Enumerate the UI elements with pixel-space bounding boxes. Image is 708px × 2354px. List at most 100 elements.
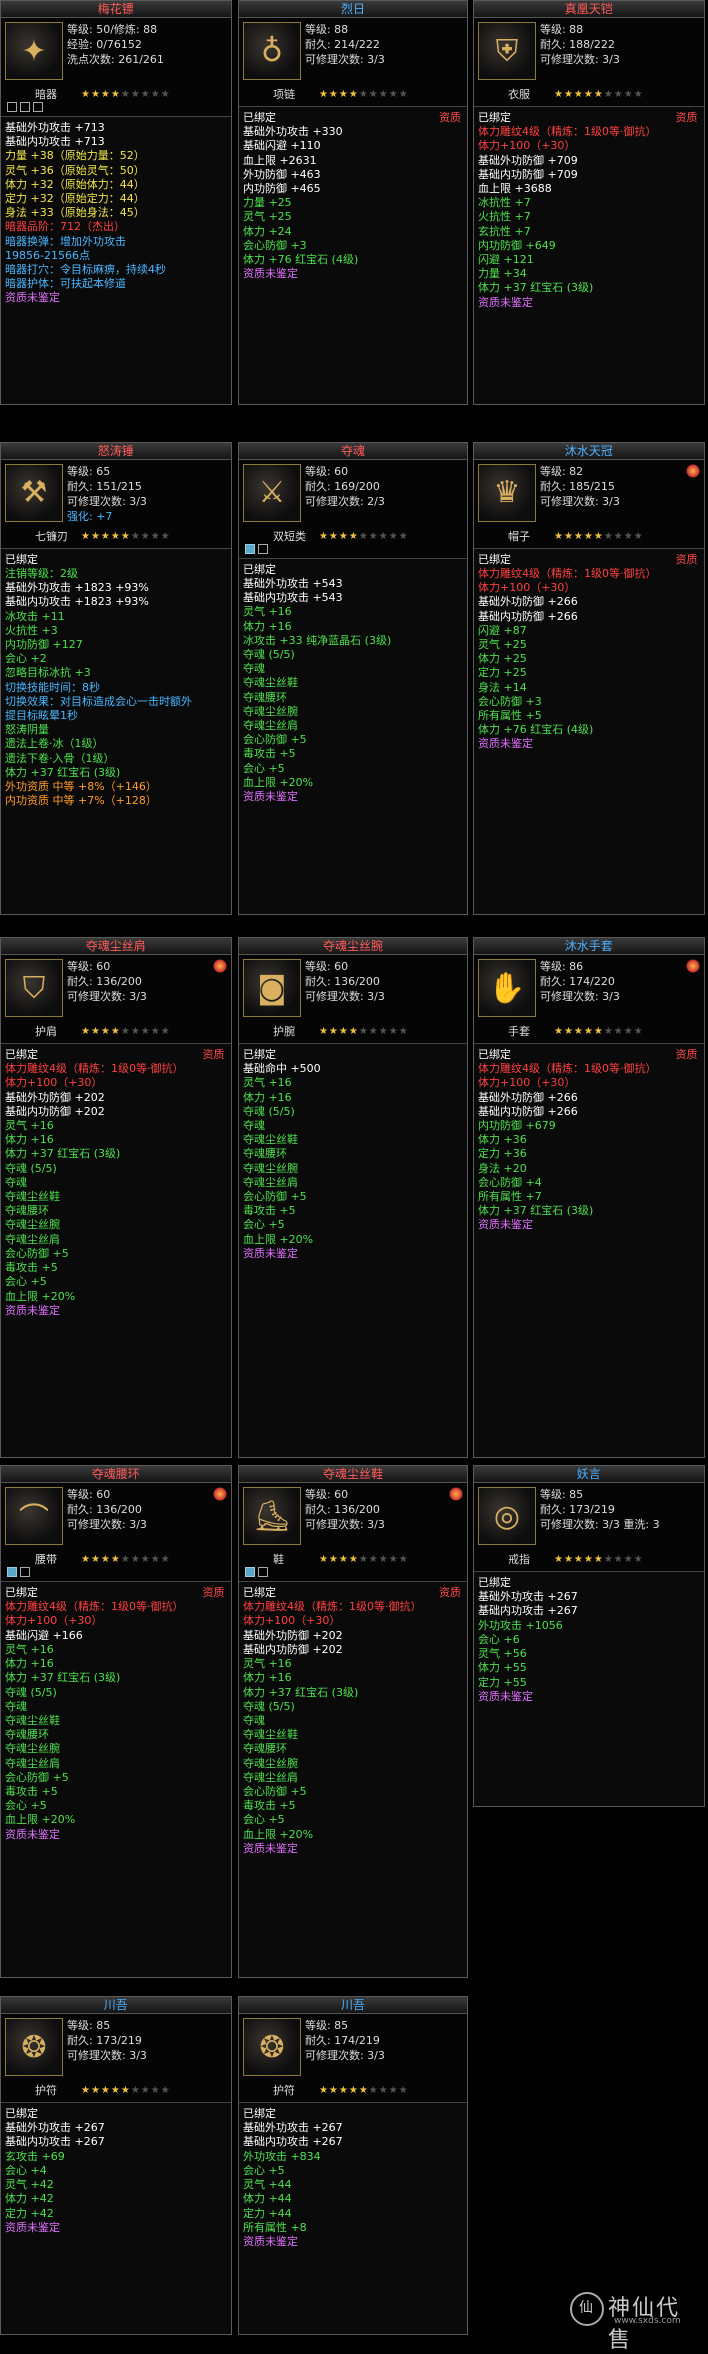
info-line: 等级: 50/修炼: 88 [67,23,158,36]
item-attributes: 基础外功攻击 +713 基础内功攻击 +713 力量 +38（原始力量：52） 灵气 … [1,116,231,404]
attribute-line: 夺魂尘丝腕 [5,1218,60,1232]
attribute-line: 夺魂 (5/5) [242,1104,295,1118]
attribute-line: 资质未鉴定 [242,2234,298,2248]
shoulder-icon[interactable]: ⛉ [5,959,63,1018]
star-rating: ★★★★★★★★★ [318,89,409,100]
belt-icon[interactable]: ⌒ [5,1487,63,1546]
item-type: 双短类 [272,529,306,543]
attribute-line: 夺魂腰环 [5,1204,49,1218]
attribute-line: 夺魂尘丝鞋 [242,676,298,690]
flame-icon [449,1487,463,1502]
item-type: 腰带 [35,1553,57,1567]
item-header: ⛨ 等级: 88 耐久: 188/222 可修理次数: 3/3 衣服 ★★★★★★★★★ [474,18,704,102]
attribute-line: 灵气 +56 [477,1647,527,1661]
attribute-line: 体力 +24 [242,224,292,238]
saber-icon[interactable]: ⚔ [242,463,301,522]
attribute-line: 夺魂腰环 [5,1728,49,1742]
attribute-line: 所有属性 +5 [477,708,542,722]
item-panel: 夺魂 ⚔ 等级: 60 耐久: 169/200 可修理次数: 2/3 双短类 ★★★★★★★… [237,441,468,915]
aptitude-tag: 资质 [675,111,698,124]
item-info: 等级: 86 耐久: 174/220 可修理次数: 3/3 [540,959,620,1004]
attribute-line: 基础外功攻击 +713 [5,121,105,134]
item-header: ◎ 等级: 85 耐久: 173/219 可修理次数: 3/3 重洗: 3 戒指 ★★★★… [474,1483,704,1567]
item-panel: 川吾 ❂ 等级: 85 耐久: 174/219 可修理次数: 3/3 护符 ★★★★★★★★… [237,1996,468,2336]
item-header: ❂ 等级: 85 耐久: 174/219 可修理次数: 3/3 护符 ★★★★★★★★★ [239,2014,467,2098]
attribute-line: 定力 +55 [477,1675,527,1689]
amulet-icon[interactable]: ♁ [242,22,301,80]
info-line: 等级: 85 [67,2019,111,2033]
info-line: 等级: 85 [304,2019,349,2033]
info-line: 等级: 88 [539,23,584,36]
attribute-line: 基础内功攻击 +543 [242,591,343,605]
info-line: 等级: 86 [539,960,584,974]
attribute-line: 暗器打穴：令目标麻痹，持续4秒 [5,263,166,277]
ring-icon[interactable]: ◎ [477,1487,536,1546]
item-panel: 梅花镖 ✦ 等级: 50/修炼: 88 经验: 0/76152 洗点次数: 261/26… [0,0,232,405]
attribute-line: 外功防御 +463 [242,167,321,181]
info-line: 等级: 60 [304,960,349,974]
talisman-icon[interactable]: ❂ [5,2018,63,2077]
item-panel: 真凰天铠 ⛨ 等级: 88 耐久: 188/222 可修理次数: 3/3 衣服 ★★★★★★… [472,0,705,405]
flame-icon [685,959,700,974]
hammer-icon[interactable]: ⚒ [5,463,63,522]
attribute-line: 体力 +37 红宝石 (3级) [5,1147,121,1161]
attribute-line: 会心防御 +3 [242,238,307,252]
dart-icon[interactable]: ✦ [5,22,63,80]
attribute-line: 会心防御 +5 [5,1246,69,1260]
socket-icon [20,102,30,112]
item-info: 等级: 60 耐久: 136/200 可修理次数: 3/3 [67,959,147,1004]
armor-icon[interactable]: ⛨ [477,22,536,80]
attribute-line: 毒攻击 +5 [242,747,296,761]
flame-icon [212,1487,227,1502]
item-panel: 夺魂腰环 ⌒ 等级: 60 耐久: 136/200 可修理次数: 3/3 腰带 ★★★★★★… [0,1465,232,1979]
attribute-line: 遗法上卷·冰（1级） [5,737,104,751]
talisman-icon[interactable]: ❂ [242,2018,301,2077]
attribute-line: 基础内功攻击 +267 [5,2135,105,2149]
attribute-line: 定力 +42 [5,2206,54,2220]
item-attributes: 已绑定 注销等级：2级 基础外功攻击 +1823 +93% 基础内功攻击 +1823 … [1,547,231,914]
attribute-line: 体力 +44 [242,2192,292,2206]
attribute-line: 内功防御 +679 [477,1119,556,1133]
item-type: 项链 [272,88,295,101]
item-header: ♁ 等级: 88 耐久: 214/222 可修理次数: 3/3 项链 ★★★★★★★★★ [239,18,467,102]
item-info: 等级: 50/修炼: 88 经验: 0/76152 洗点次数: 261/261 [67,22,164,67]
glove-icon[interactable]: ✋ [477,959,536,1018]
attribute-line: 夺魂 (5/5) [5,1161,57,1175]
item-attributes: 资质 已绑定 体力雕纹4级（精炼：1级0等·御抗） 体力+100（+30） 基础外功防御… [473,106,704,404]
attribute-line: 毒攻击 +5 [242,1799,296,1813]
item-info: 等级: 65 耐久: 151/215 可修理次数: 3/3 强化: +7 [67,464,147,524]
boots-icon[interactable]: ⛸ [242,1487,301,1546]
attribute-line: 火抗性 +7 [477,210,531,224]
attribute-line: 体力雕纹4级（精炼：1级0等·御抗） [477,125,657,139]
info-line: 可修理次数: 3/3 [304,53,385,66]
attribute-line: 夺魂尘丝肩 [242,1175,298,1189]
info-line: 可修理次数: 3/3 [67,494,147,508]
logo-icon: 仙 [570,2292,604,2326]
item-attributes: 已绑定 基础外功攻击 +543 基础内功攻击 +543 灵气 +16 体力 +16 冰攻击… [238,557,467,914]
type-row: 护腕 ★★★★★★★★★ [239,1025,467,1039]
attribute-line: 夺魂尘丝腕 [242,1756,298,1770]
info-line: 耐久: 136/200 [67,1503,142,1517]
socket-row [1,102,231,114]
site-watermark: 仙 神仙代售 www.sxds.com [570,2290,700,2353]
socket-icon [7,1567,17,1578]
attribute-line: 体力 +76 红宝石 (4级) [477,723,594,737]
attribute-line: 已绑定 [5,1586,38,1600]
star-rating: ★★★★★★★★★ [553,1554,644,1566]
attribute-line: 会心 +5 [242,2163,285,2177]
attribute-line: 内功防御 +465 [242,182,321,196]
attribute-line: 已绑定 [477,111,511,124]
item-type: 戒指 [507,1553,530,1567]
item-info: 等级: 85 耐久: 173/219 可修理次数: 3/3 重洗: 3 [540,1487,660,1532]
attribute-line: 基础内功防御 +202 [5,1104,105,1118]
bracer-icon[interactable]: ◙ [242,959,301,1018]
attribute-line: 体力+100（+30） [477,1076,576,1090]
attribute-line: 资质未鉴定 [242,267,298,281]
attribute-line: 外功攻击 +1056 [477,1618,563,1632]
item-title: 沐水天冠 [473,442,704,460]
attribute-line: 夺魂腰环 [242,690,287,704]
attribute-line: 会心防御 +5 [242,733,307,747]
item-attributes: 资质 已绑定 体力雕纹4级（精炼：1级0等·御抗） 体力+100（+30） 基础外功防御… [1,1043,231,1457]
helmet-icon[interactable]: ♛ [477,463,536,522]
attribute-line: 冰抗性 +7 [477,196,531,210]
